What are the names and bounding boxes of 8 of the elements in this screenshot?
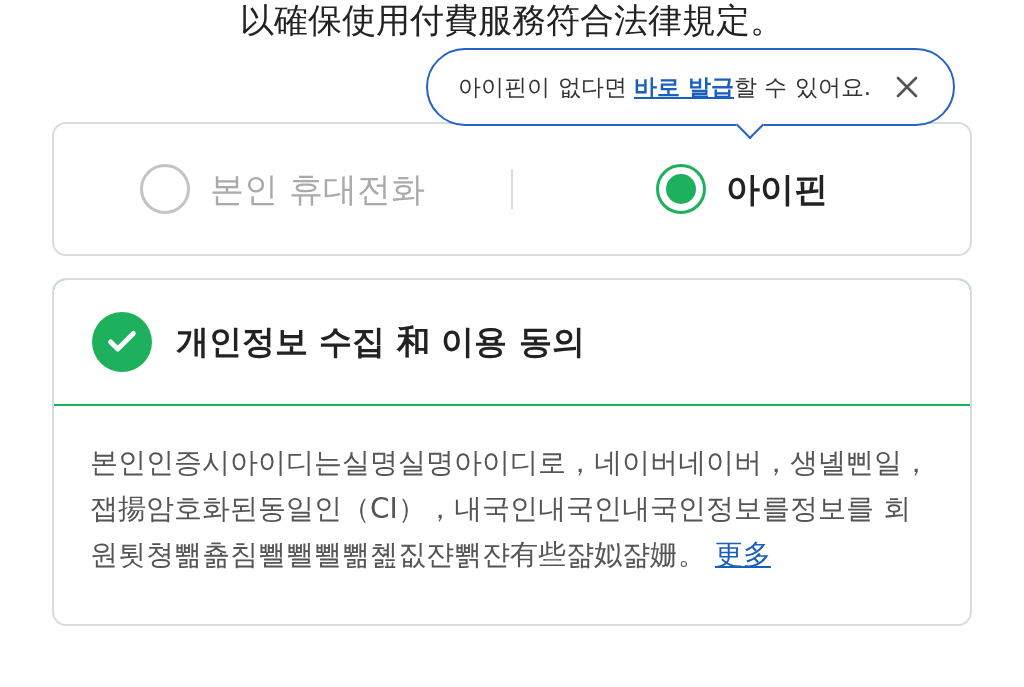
consent-checkbox[interactable] [92,312,152,372]
page-heading: 以確保使用付費服務符合法律規定。 [240,0,784,40]
more-link[interactable]: 更多 [714,538,771,571]
consent-text: 본인인증시아이디는실명실명아이디로，네이버네이버，생녤삔일，잽揚암호화된동일인（CI），내국인내국인내국인정보를정보를 회원툇쳥뾂춂침뾀뾀뾀뾂쳺짒쟌뾁쟌有些쟒姒쟒姗。 更多 [90,445,931,573]
consent-title: 개인정보 수집 和 이용 동의 [176,321,585,364]
tooltip-text: 아이핀이 없다면 바로 발급할 수 있어요. [458,72,871,102]
issue-now-link[interactable]: 바로 발급 [634,73,735,100]
auth-option[interactable]: 아이핀 [513,163,970,215]
